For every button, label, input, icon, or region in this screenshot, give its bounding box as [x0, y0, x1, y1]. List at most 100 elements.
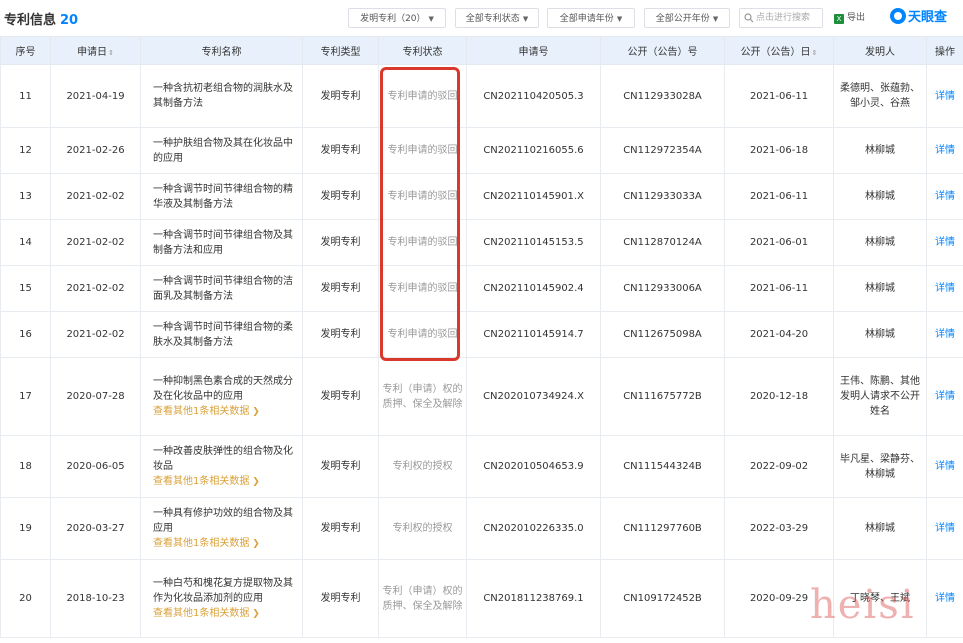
patent-name[interactable]: 一种抑制黑色素合成的天然成分及在化妆品中的应用 [153, 376, 293, 402]
row-index: 17 [0, 357, 51, 436]
sort-icon[interactable]: ⇕ [108, 49, 114, 57]
application-date: 2021-02-02 [50, 173, 141, 220]
patent-name[interactable]: 一种含调节时间节律组合物的柔肤水及其制备方法 [153, 322, 293, 348]
export-button[interactable]: X 导出 [834, 8, 874, 28]
operation-cell: 详情 [926, 173, 963, 220]
col-header-operation: 操作 [926, 36, 963, 65]
operation-cell: 详情 [926, 357, 963, 436]
row-index: 19 [0, 497, 51, 560]
caret-down-icon: ▼ [712, 15, 719, 23]
patent-type: 发明专利 [302, 219, 379, 266]
patent-status: 专利申请的驳回 [378, 311, 467, 358]
application-date: 2021-02-26 [50, 127, 141, 174]
caret-down-icon: ▼ [522, 15, 529, 23]
chevron-right-icon: ❯ [249, 476, 260, 487]
excel-icon: X [834, 14, 844, 24]
table-row: 11 2021-04-19 一种含抗初老组合物的润肤水及其制备方法 发明专利 专利申请的… [0, 64, 963, 128]
details-link[interactable]: 详情 [935, 283, 955, 294]
patent-name[interactable]: 一种含调节时间节律组合物的洁面乳及其制备方法 [153, 276, 293, 302]
patent-status: 专利申请的驳回 [378, 265, 467, 312]
top-bar: 专利信息 20 发明专利（20） ▼ 全部专利状态 ▼ 全部申请年份 ▼ 全部公开年份 ▼… [0, 0, 963, 36]
related-data-link[interactable]: 查看其他1条相关数据 ❯ [153, 474, 294, 490]
details-link[interactable]: 详情 [935, 145, 955, 156]
application-number: CN202110216055.6 [466, 127, 601, 174]
filter-application-year-label: 全部申请年份 [559, 14, 614, 24]
details-link[interactable]: 详情 [935, 329, 955, 340]
patent-name[interactable]: 一种含抗初老组合物的润肤水及其制备方法 [153, 83, 293, 109]
details-link[interactable]: 详情 [935, 91, 955, 102]
table-header-row: 序号 申请日⇕ 专利名称 专利类型 专利状态 申请号 公开（公告）号 公开（公告… [0, 36, 963, 65]
row-index: 16 [0, 311, 51, 358]
filter-patent-type[interactable]: 发明专利（20） ▼ [348, 8, 446, 28]
patent-table: 序号 申请日⇕ 专利名称 专利类型 专利状态 申请号 公开（公告）号 公开（公告… [0, 36, 963, 638]
patent-status: 专利（申请）权的质押、保全及解除 [378, 559, 467, 638]
filter-publication-year[interactable]: 全部公开年份 ▼ [644, 8, 730, 28]
publication-number: CN112933033A [600, 173, 725, 220]
filter-patent-status-label: 全部专利状态 [465, 14, 520, 24]
application-number: CN201811238769.1 [466, 559, 601, 638]
application-date: 2021-04-19 [50, 64, 141, 128]
caret-down-icon: ▼ [428, 15, 434, 23]
operation-cell: 详情 [926, 497, 963, 560]
details-link[interactable]: 详情 [935, 237, 955, 248]
inventor: 林柳城 [833, 265, 927, 312]
details-link[interactable]: 详情 [935, 191, 955, 202]
publication-date: 2020-12-18 [724, 357, 834, 436]
col-header-application-date[interactable]: 申请日⇕ [50, 36, 141, 65]
application-number: CN202010734924.X [466, 357, 601, 436]
patent-name[interactable]: 一种护肤组合物及其在化妆品中的应用 [153, 138, 293, 164]
operation-cell: 详情 [926, 311, 963, 358]
publication-date: 2022-03-29 [724, 497, 834, 560]
row-index: 11 [0, 64, 51, 128]
application-date: 2018-10-23 [50, 559, 141, 638]
table-row: 17 2020-07-28 一种抑制黑色素合成的天然成分及在化妆品中的应用查看其他1… [0, 357, 963, 436]
row-index: 13 [0, 173, 51, 220]
patent-type: 发明专利 [302, 127, 379, 174]
patent-name[interactable]: 一种含调节时间节律组合物的精华液及其制备方法 [153, 184, 293, 210]
filter-application-year[interactable]: 全部申请年份 ▼ [547, 8, 635, 28]
application-number: CN202010226335.0 [466, 497, 601, 560]
patent-name[interactable]: 一种白芍和槐花复方提取物及其作为化妆品添加剂的应用 [153, 578, 293, 604]
details-link[interactable]: 详情 [935, 593, 955, 604]
patent-type: 发明专利 [302, 265, 379, 312]
patent-status: 专利（申请）权的质押、保全及解除 [378, 357, 467, 436]
related-data-link[interactable]: 查看其他1条相关数据 ❯ [153, 404, 294, 420]
application-date: 2021-02-02 [50, 311, 141, 358]
patent-name-cell: 一种具有修护功效的组合物及其应用查看其他1条相关数据 ❯ [140, 497, 303, 560]
patent-name-cell: 一种白芍和槐花复方提取物及其作为化妆品添加剂的应用查看其他1条相关数据 ❯ [140, 559, 303, 638]
patent-name[interactable]: 一种具有修护功效的组合物及其应用 [153, 508, 293, 534]
patent-type: 发明专利 [302, 435, 379, 498]
col-header-patent-status: 专利状态 [378, 36, 467, 65]
filter-patent-status[interactable]: 全部专利状态 ▼ [455, 8, 539, 28]
details-link[interactable]: 详情 [935, 523, 955, 534]
inventor: 王伟、陈鹏、其他发明人请求不公开姓名 [833, 357, 927, 436]
patent-type: 发明专利 [302, 64, 379, 128]
application-number: CN202110145901.X [466, 173, 601, 220]
patent-name[interactable]: 一种含调节时间节律组合物及其制备方法和应用 [153, 230, 293, 256]
table-row: 16 2021-02-02 一种含调节时间节律组合物的柔肤水及其制备方法 发明专利 专利… [0, 311, 963, 358]
search-input[interactable]: 点击进行搜索 [739, 8, 823, 28]
inventor: 毕凡星、梁静芬、林柳城 [833, 435, 927, 498]
sort-icon[interactable]: ⇕ [812, 49, 818, 57]
details-link[interactable]: 详情 [935, 461, 955, 472]
patent-name[interactable]: 一种改善皮肤弹性的组合物及化妆品 [153, 446, 293, 472]
section-title-text: 专利信息 [4, 13, 57, 28]
operation-cell: 详情 [926, 435, 963, 498]
col-header-publication-date[interactable]: 公开（公告）日⇕ [724, 36, 834, 65]
row-index: 15 [0, 265, 51, 312]
patent-name-cell: 一种含抗初老组合物的润肤水及其制备方法 [140, 64, 303, 128]
patent-status: 专利权的授权 [378, 435, 467, 498]
details-link[interactable]: 详情 [935, 391, 955, 402]
patent-status: 专利权的授权 [378, 497, 467, 560]
publication-date: 2021-06-18 [724, 127, 834, 174]
patent-name-cell: 一种含调节时间节律组合物的洁面乳及其制备方法 [140, 265, 303, 312]
operation-cell: 详情 [926, 559, 963, 638]
row-index: 12 [0, 127, 51, 174]
application-date: 2020-07-28 [50, 357, 141, 436]
table-row: 14 2021-02-02 一种含调节时间节律组合物及其制备方法和应用 发明专利 专利申… [0, 219, 963, 266]
inventor: 林柳城 [833, 219, 927, 266]
related-data-link[interactable]: 查看其他1条相关数据 ❯ [153, 606, 294, 622]
publication-date: 2021-06-11 [724, 265, 834, 312]
patent-name-cell: 一种含调节时间节律组合物的柔肤水及其制备方法 [140, 311, 303, 358]
related-data-link[interactable]: 查看其他1条相关数据 ❯ [153, 536, 294, 552]
